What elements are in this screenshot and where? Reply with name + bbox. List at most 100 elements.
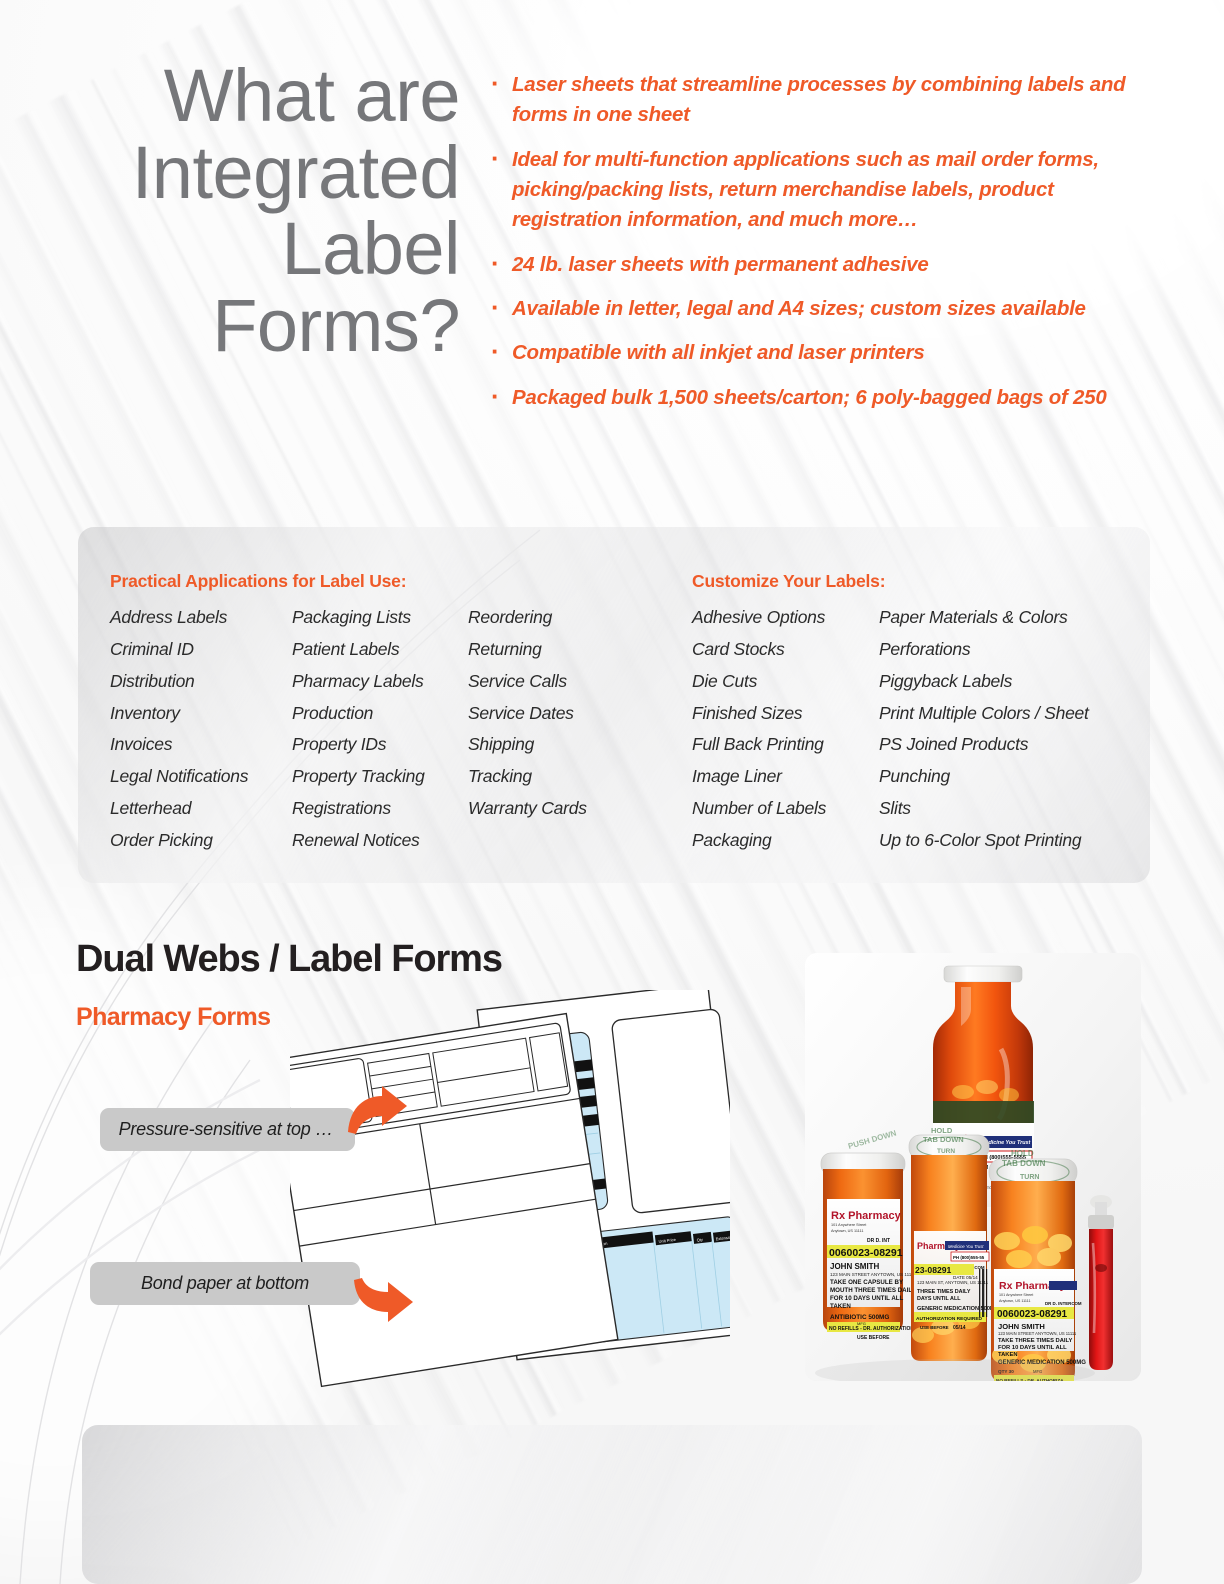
svg-text:DAYS UNTIL ALL: DAYS UNTIL ALL <box>917 1296 961 1302</box>
red-liquid-vial <box>1088 1195 1114 1370</box>
feature-bullet-5: Compatible with all inkjet and laser pri… <box>485 332 1150 371</box>
callout-bond-paper-label: Bond paper at bottom <box>140 1273 310 1293</box>
page-title-line-2: Integrated <box>131 130 461 214</box>
application-item: Pharmacy Labels <box>292 670 424 691</box>
customize-item: Die Cuts <box>692 670 758 691</box>
application-item: Criminal ID <box>110 638 194 659</box>
label-refills-left: NO REFILLS - DR. AUTHORIZATION <box>829 1326 914 1332</box>
label-rx-number-front: 0060023-08291 <box>997 1309 1068 1320</box>
customize-item: Full Back Printing <box>692 734 824 755</box>
application-item: Renewal Notices <box>292 829 420 850</box>
page-title-line-3: Label <box>281 207 460 291</box>
svg-text:MOUTH THREE TIMES DAILY: MOUTH THREE TIMES DAILY <box>830 1287 917 1294</box>
svg-text:05/14: 05/14 <box>953 1325 966 1331</box>
customize-item: Paper Materials & Colors <box>879 607 1068 627</box>
svg-text:TAKE ONE CAPSULE BY: TAKE ONE CAPSULE BY <box>830 1279 904 1286</box>
dual-web-forms-diagram: Item # Reference # Description Date Qty.… <box>269 982 749 1390</box>
customize-item: Image Liner <box>692 766 782 787</box>
panel-content: Practical Applications for Label Use: Ad… <box>78 527 1150 883</box>
svg-text:23-08291: 23-08291 <box>915 1265 952 1275</box>
application-item: Tracking <box>468 766 532 787</box>
application-item: Inventory <box>110 702 180 723</box>
practical-applications-columns: Address Labels Criminal ID Distribution Inv… <box>110 602 638 857</box>
pharmacy-bottles-photo: Rx Pharmacy 101 Anywhere Street Anytown,… <box>805 953 1141 1381</box>
svg-text:123 MAIN STREET ANYTOWN, US 11: 123 MAIN STREET ANYTOWN, US 11111 <box>830 1272 916 1277</box>
feature-bullet-4: Available in letter, legal and A4 sizes;… <box>485 288 1150 327</box>
application-item: Address Labels <box>110 607 228 627</box>
application-item: Registrations <box>292 798 391 819</box>
applications-column-1: Address Labels Criminal ID Distribution Inv… <box>110 602 292 857</box>
svg-text:Anytown, US 11111: Anytown, US 11111 <box>999 1299 1031 1303</box>
application-item: Distribution <box>110 670 195 691</box>
application-item: Production <box>292 702 374 723</box>
callout-pressure-sensitive-label: Pressure-sensitive at top … <box>118 1119 334 1139</box>
svg-text:DR D. INTERCOM: DR D. INTERCOM <box>1045 1301 1082 1306</box>
customize-item: PS Joined Products <box>879 734 1029 755</box>
svg-text:123 MAIN ST, ANYTOWN, US 11111: 123 MAIN ST, ANYTOWN, US 11111 <box>917 1280 989 1285</box>
label-drug-left: ANTIBIOTIC 500MG <box>830 1314 889 1321</box>
application-item: Legal Notifications <box>110 766 249 787</box>
label-patient-left: JOHN SMITH <box>830 1262 880 1271</box>
svg-text:TAB DOWN: TAB DOWN <box>1002 1159 1046 1168</box>
customize-labels-columns: Adhesive Options Card Stocks Die Cuts Finis… <box>692 602 1109 857</box>
application-item: Property IDs <box>292 734 387 755</box>
practical-applications-title: Practical Applications for Label Use: <box>110 571 407 591</box>
practical-applications-group: Practical Applications for Label Use: Ad… <box>110 571 638 857</box>
feature-bullet-2: Ideal for multi-function applications su… <box>485 139 1150 236</box>
application-item: Packaging Lists <box>292 607 411 627</box>
forms-illustration: Item # Reference # Description Date Qty.… <box>269 982 749 1388</box>
application-item: Service Dates <box>468 702 574 723</box>
customize-item: Card Stocks <box>692 638 785 659</box>
svg-text:PH (800)555-55: PH (800)555-55 <box>953 1255 985 1260</box>
application-item: Warranty Cards <box>468 798 587 819</box>
svg-text:TAKE THREE TIMES DAILY: TAKE THREE TIMES DAILY <box>998 1338 1073 1344</box>
pill-bottle-left: PUSH DOWN Rx Pharmacy 101 Anywhere Stree… <box>820 1128 917 1341</box>
application-item: Property Tracking <box>292 766 425 787</box>
front-sheet-bond-form <box>269 1012 619 1388</box>
svg-text:USE BEFORE: USE BEFORE <box>920 1325 949 1330</box>
customize-column-2: Paper Materials & Colors Perforations Pigg… <box>879 602 1109 857</box>
svg-text:FOR 10 DAYS UNTIL ALL: FOR 10 DAYS UNTIL ALL <box>830 1295 904 1302</box>
arrow-to-top-label <box>348 1086 407 1134</box>
section-subtitle: Pharmacy Forms <box>76 1003 271 1031</box>
svg-text:HOLD: HOLD <box>1011 1149 1034 1158</box>
svg-text:USE BEFORE: USE BEFORE <box>857 1335 890 1341</box>
svg-text:TAKEN: TAKEN <box>830 1303 851 1310</box>
application-item: Service Calls <box>468 670 567 691</box>
pill-bottle-front: HOLD TAB DOWN TURN Rx Pharmacy 101 Anywh… <box>988 1149 1086 1381</box>
arrow-to-bottom-label <box>354 1278 413 1322</box>
page-title-line-1: What are <box>163 54 461 137</box>
bottom-panel-sheen <box>82 1425 1142 1584</box>
customize-item: Print Multiple Colors / Sheet <box>879 702 1089 723</box>
customize-item: Up to 6-Color Spot Printing <box>879 829 1082 850</box>
customize-item: Adhesive Options <box>692 607 826 627</box>
feature-bullet-1: Laser sheets that streamline processes b… <box>485 64 1150 131</box>
feature-bullet-3: 24 lb. laser sheets with permanent adhes… <box>485 244 1150 283</box>
application-item: Shipping <box>468 734 535 755</box>
svg-text:TURN: TURN <box>1020 1174 1039 1181</box>
label-rx-number-left: 0060023-08291 <box>829 1247 903 1259</box>
feature-bullet-list: Laser sheets that streamline processes b… <box>485 64 1150 427</box>
application-item: Invoices <box>110 734 173 755</box>
callout-bond-paper: Bond paper at bottom <box>90 1262 360 1305</box>
svg-text:AUTHORIZATION REQUIRED: AUTHORIZATION REQUIRED <box>916 1316 983 1322</box>
section-title: Dual Webs / Label Forms <box>76 938 503 980</box>
callout-pressure-sensitive: Pressure-sensitive at top … <box>100 1108 355 1151</box>
svg-text:101 Anywhere Street: 101 Anywhere Street <box>831 1223 867 1227</box>
customize-item: Number of Labels <box>692 798 827 819</box>
applications-panel: Practical Applications for Label Use: Ad… <box>78 527 1150 883</box>
customize-column-1: Adhesive Options Card Stocks Die Cuts Finis… <box>692 602 879 857</box>
svg-text:TAKEN: TAKEN <box>998 1352 1018 1358</box>
customize-item: Perforations <box>879 638 971 659</box>
customize-labels-title: Customize Your Labels: <box>692 571 886 591</box>
svg-text:Anytown, US 11111: Anytown, US 11111 <box>831 1229 863 1233</box>
cap-text-middle-1: HOLD <box>931 1126 953 1135</box>
svg-text:THREE TIMES DAILY: THREE TIMES DAILY <box>917 1289 971 1295</box>
applications-column-2: Packaging Lists Patient Labels Pharmacy La… <box>292 602 468 857</box>
svg-text:123 MAIN STREET ANYTOWN, US 11: 123 MAIN STREET ANYTOWN, US 11111 <box>998 1331 1077 1336</box>
svg-text:101 Anywhere Street: 101 Anywhere Street <box>999 1293 1033 1297</box>
cap-text-middle-2: TAB DOWN <box>923 1135 964 1144</box>
application-item: Order Picking <box>110 829 213 850</box>
customize-item: Packaging <box>692 829 772 850</box>
customize-item: Punching <box>879 766 950 787</box>
